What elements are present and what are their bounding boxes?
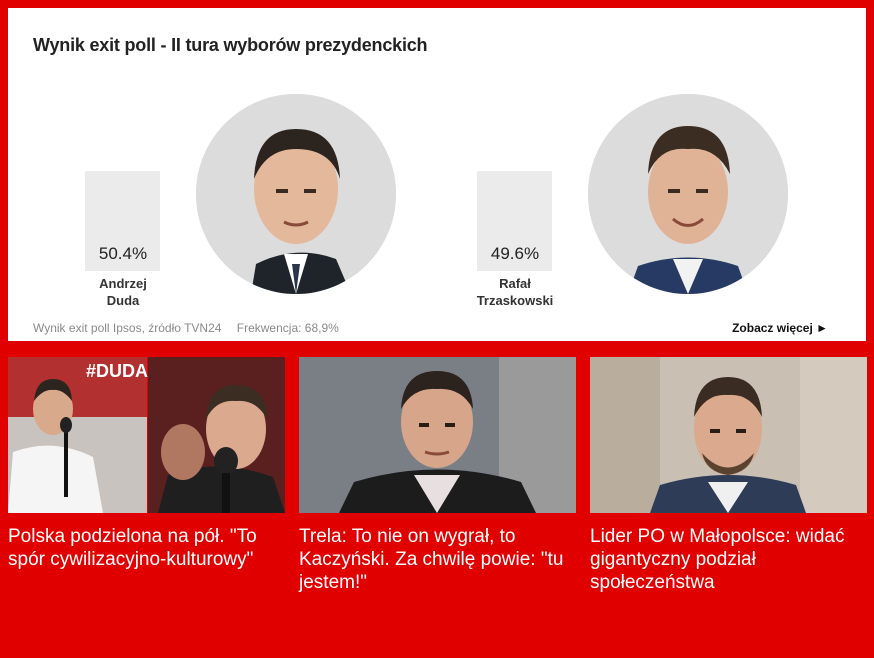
news-title[interactable]: Lider PO w Małopolsce: widać gigantyczny… (590, 525, 867, 594)
candidate-duda-photo (196, 94, 396, 294)
news-title[interactable]: Trela: To nie on wygrał, to Kaczyński. Z… (299, 525, 576, 594)
news-image-duda-trzaskowski[interactable]: #DUDA20 (8, 357, 285, 513)
candidate-trzaskowski-name: Rafał Trzaskowski (476, 276, 554, 308)
see-more-link[interactable]: Zobacz więcej ► (732, 321, 828, 335)
news-image-trela[interactable] (299, 357, 576, 513)
candidate-trzaskowski-photo (588, 94, 788, 294)
poll-source: Wynik exit poll Ipsos, źródło TVN24 (33, 321, 222, 335)
exit-poll-widget: Wynik exit poll - II tura wyborów prezyd… (8, 8, 866, 341)
candidate-trzaskowski-percent: 49.6% (490, 244, 540, 263)
news-title[interactable]: Polska podzielona na pół. "To spór cywil… (8, 525, 285, 571)
candidate-duda-percent: 50.4% (98, 244, 148, 263)
candidate-duda-name: Andrzej Duda (99, 276, 147, 308)
poll-footer: Wynik exit poll Ipsos, źródło TVN24 Frek… (33, 321, 339, 335)
news-image-lider-po[interactable] (590, 357, 867, 513)
poll-title: Wynik exit poll - II tura wyborów prezyd… (33, 35, 428, 55)
poll-turnout: Frekwencja: 68,9% (236, 321, 339, 335)
